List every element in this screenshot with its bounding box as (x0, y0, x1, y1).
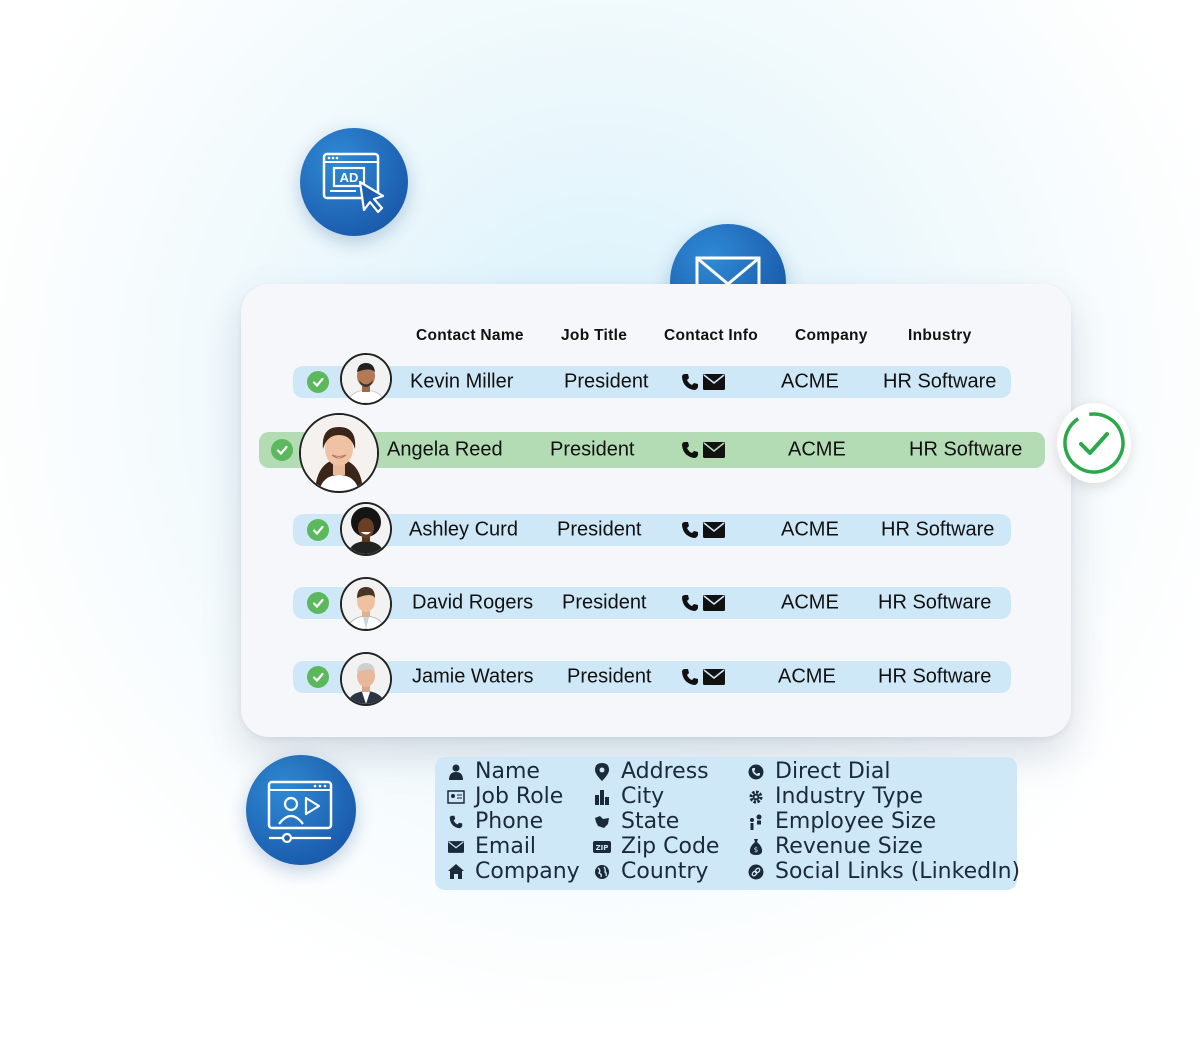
avatar (340, 652, 392, 706)
check-icon (307, 519, 329, 541)
video-badge (246, 755, 356, 865)
city-icon (593, 789, 611, 805)
fields-column-2: Address City State ZIP Zip Code Country (593, 759, 719, 884)
globe-icon (593, 864, 611, 880)
phone-icon[interactable] (681, 668, 699, 686)
phone-icon[interactable] (681, 373, 699, 391)
ad-click-icon: AD (322, 152, 385, 214)
field-item: Direct Dial (747, 759, 1020, 784)
field-item: Address (593, 759, 719, 784)
industry: HR Software (909, 438, 1023, 461)
email-icon[interactable] (703, 442, 725, 458)
field-item: Country (593, 859, 719, 884)
verified-check-icon (1063, 412, 1125, 474)
svg-text:$: $ (754, 846, 758, 854)
avatar (299, 413, 379, 493)
company: ACME (781, 518, 839, 541)
home-icon (447, 864, 465, 879)
contact-name: Jamie Waters (412, 665, 534, 688)
phone-icon[interactable] (681, 441, 699, 459)
map-pin-icon (593, 762, 611, 781)
table-row[interactable]: Ashley Curd President ACME HR Software (293, 514, 1011, 546)
id-card-icon (447, 789, 465, 804)
field-item: Industry Type (747, 784, 1020, 809)
data-fields-panel: Name Job Role Phone Email Company Addres… (435, 757, 1020, 890)
contact-name: Kevin Miller (410, 370, 514, 393)
field-item: ZIP Zip Code (593, 834, 719, 859)
money-bag-icon: $ (747, 838, 765, 855)
check-icon (271, 439, 293, 461)
email-icon[interactable] (703, 669, 725, 685)
employees-icon (747, 814, 765, 830)
check-icon (307, 592, 329, 614)
job-title: President (557, 518, 642, 541)
table-row[interactable]: David Rogers President ACME HR Software (293, 587, 1011, 619)
email-icon[interactable] (703, 595, 725, 611)
email-icon[interactable] (703, 374, 725, 390)
job-title: President (550, 438, 635, 461)
state-map-icon (593, 815, 611, 829)
field-item: City (593, 784, 719, 809)
fields-column-1: Name Job Role Phone Email Company (447, 759, 580, 884)
header-job-title: Job Title (561, 327, 628, 344)
header-contact-name: Contact Name (416, 327, 524, 344)
company: ACME (781, 591, 839, 614)
phone-icon[interactable] (681, 594, 699, 612)
link-icon (747, 864, 765, 880)
avatar (340, 502, 392, 556)
industry: HR Software (878, 665, 992, 688)
industry: HR Software (881, 518, 995, 541)
avatar (340, 577, 392, 631)
field-item: Company (447, 859, 580, 884)
table-row[interactable]: Jamie Waters President ACME HR Software (293, 661, 1011, 693)
field-item: Email (447, 834, 580, 859)
field-item: $ Revenue Size (747, 834, 1020, 859)
company: ACME (778, 665, 836, 688)
phone-icon[interactable] (681, 521, 699, 539)
company: ACME (781, 370, 839, 393)
envelope-icon (447, 840, 465, 853)
job-title: President (564, 370, 649, 393)
person-icon (447, 764, 465, 780)
industry: HR Software (883, 370, 997, 393)
industry: HR Software (878, 591, 992, 614)
header-company: Company (795, 327, 868, 344)
svg-text:ZIP: ZIP (596, 844, 609, 852)
contact-name: Angela Reed (387, 438, 503, 461)
contact-name: David Rogers (412, 591, 534, 614)
check-icon (307, 371, 329, 393)
video-player-icon (267, 780, 333, 844)
zip-icon: ZIP (593, 840, 611, 853)
table-row[interactable]: Kevin Miller President ACME HR Software (293, 366, 1011, 398)
field-item: Name (447, 759, 580, 784)
header-contact-info: Contact Info (664, 327, 759, 344)
header-industry: Inbustry (908, 327, 972, 344)
field-item: Employee Size (747, 809, 1020, 834)
field-item: Phone (447, 809, 580, 834)
ad-click-badge: AD (300, 128, 408, 236)
field-item: Social Links (LinkedIn) (747, 859, 1020, 884)
field-item: State (593, 809, 719, 834)
dial-icon (747, 764, 765, 780)
job-title: President (567, 665, 652, 688)
check-icon (307, 666, 329, 688)
job-title: President (562, 591, 647, 614)
svg-text:AD: AD (340, 170, 359, 185)
avatar (340, 353, 392, 405)
company: ACME (788, 438, 846, 461)
gear-icon (747, 789, 765, 805)
verified-badge (1057, 403, 1131, 483)
fields-column-3: Direct Dial Industry Type Employee Size … (747, 759, 1020, 884)
phone-icon (447, 815, 465, 829)
email-icon[interactable] (703, 522, 725, 538)
contact-name: Ashley Curd (409, 518, 518, 541)
field-item: Job Role (447, 784, 580, 809)
